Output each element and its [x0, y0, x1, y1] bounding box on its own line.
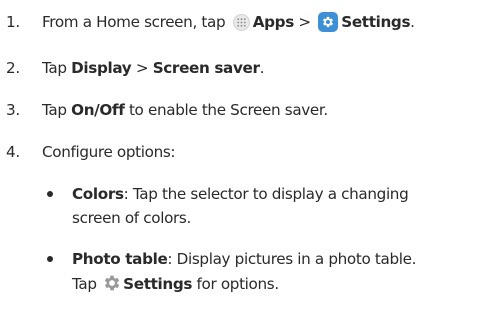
step-number: 2.	[6, 59, 20, 77]
bullet-photo-table	[47, 256, 53, 262]
step-2: 2. Tap Display > Screen saver.	[6, 58, 264, 78]
step-text: Configure options:	[42, 143, 176, 161]
screen-saver-label: Screen saver	[152, 59, 260, 77]
step-3: 3. Tap On/Off to enable the Screen saver.	[6, 100, 328, 120]
step-suffix: to enable the Screen saver.	[128, 101, 328, 119]
separator: >	[298, 13, 311, 31]
photo-table-tap: Tap	[72, 275, 97, 293]
on-off-label: On/Off	[71, 101, 125, 119]
step-number: 1.	[6, 13, 20, 31]
step-suffix: .	[410, 13, 415, 31]
apps-label: Apps	[252, 13, 294, 31]
photo-table-desc: : Display pictures in a photo table.	[167, 250, 417, 268]
settings-gear-icon	[318, 12, 339, 32]
photo-table-settings-label: Settings	[123, 275, 193, 293]
option-photo-table-line-2: Tap Settings for options.	[72, 273, 279, 294]
step-text: Tap	[42, 101, 67, 119]
separator: >	[135, 59, 149, 77]
step-1: 1. From a Home screen, tap Apps > Setting…	[6, 12, 415, 32]
apps-grid-icon	[232, 14, 250, 31]
step-number: 3.	[6, 101, 20, 119]
colors-label: Colors	[72, 185, 124, 203]
option-photo-table-line-1: Photo table: Display pictures in a photo…	[72, 249, 416, 269]
photo-table-label: Photo table	[72, 250, 168, 268]
settings-label: Settings	[341, 13, 411, 31]
bullet-colors	[47, 191, 53, 197]
option-colors-line-2: screen of colors.	[72, 208, 191, 228]
colors-desc: : Tap the selector to display a changing	[123, 185, 409, 203]
step-number: 4.	[6, 143, 20, 161]
step-text: Tap	[42, 59, 67, 77]
colors-desc-cont: screen of colors.	[72, 209, 191, 227]
step-text: From a Home screen, tap	[42, 13, 226, 31]
step-4: 4. Configure options:	[6, 142, 176, 162]
step-suffix: .	[259, 59, 265, 77]
gear-icon	[102, 273, 122, 293]
photo-table-suffix: for options.	[196, 275, 280, 293]
display-label: Display	[71, 59, 132, 77]
option-colors-line-1: Colors: Tap the selector to display a ch…	[72, 184, 409, 204]
